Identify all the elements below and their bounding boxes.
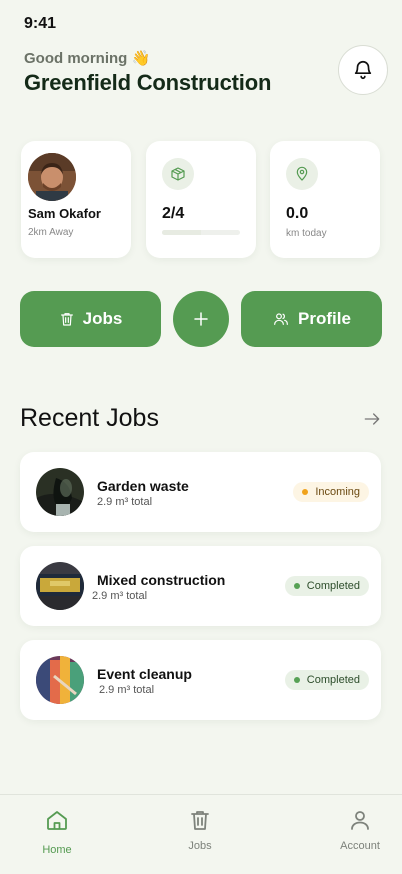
distance-label: km today bbox=[286, 228, 327, 239]
avatar bbox=[28, 153, 76, 201]
status-badge: Completed bbox=[284, 670, 369, 690]
home-icon bbox=[47, 811, 67, 830]
jobs-button-label: Jobs bbox=[82, 309, 123, 328]
status-dot bbox=[293, 677, 300, 683]
pin-icon-wrap bbox=[286, 158, 318, 190]
job-card[interactable]: Event cleanup 2.9 m³ total Completed bbox=[20, 640, 381, 720]
profile-button-label: Profile bbox=[298, 309, 351, 328]
greeting-text: Good morning bbox=[24, 50, 128, 67]
status-label: Completed bbox=[306, 580, 360, 592]
status-label: Incoming bbox=[315, 486, 360, 498]
distance-card: 0.0 km today bbox=[270, 141, 380, 258]
status-dot bbox=[293, 583, 300, 589]
users-icon bbox=[274, 313, 288, 325]
status-badge: Completed bbox=[284, 576, 369, 596]
recent-jobs-title: Recent Jobs bbox=[20, 404, 159, 432]
job-title: Event cleanup bbox=[97, 666, 192, 682]
job-volume: 2.9 m³ total bbox=[99, 684, 155, 696]
tab-home-label: Home bbox=[42, 844, 72, 856]
trash-icon bbox=[60, 313, 73, 326]
job-thumbnail bbox=[36, 656, 84, 704]
trash-icon bbox=[191, 811, 209, 830]
job-card[interactable]: Mixed construction 2.9 m³ total Complete… bbox=[20, 546, 381, 626]
greeting: Good morning 👋 bbox=[24, 49, 150, 67]
map-pin-icon bbox=[296, 166, 308, 181]
box-icon-wrap bbox=[162, 158, 194, 190]
add-job-button[interactable] bbox=[173, 291, 229, 347]
distance-value: 0.0 bbox=[286, 205, 309, 222]
job-card[interactable]: Garden waste 2.9 m³ total Incoming bbox=[20, 452, 381, 532]
jobs-button[interactable]: Jobs bbox=[20, 291, 161, 347]
job-volume: 2.9 m³ total bbox=[92, 590, 148, 602]
user-icon bbox=[351, 811, 369, 830]
status-dot bbox=[302, 489, 309, 495]
loads-progress-fill bbox=[162, 230, 201, 235]
status-time: 9:41 bbox=[24, 15, 57, 32]
driver-name: Sam Okafor bbox=[28, 206, 101, 221]
bell-icon bbox=[354, 61, 372, 80]
company-name: Greenfield Construction bbox=[24, 70, 272, 95]
wave-emoji: 👋 bbox=[131, 50, 151, 67]
driver-distance: 2km Away bbox=[28, 227, 74, 238]
driver-card[interactable]: Sam Okafor 2km Away bbox=[21, 141, 131, 258]
status-badge: Incoming bbox=[293, 482, 369, 502]
job-thumbnail bbox=[36, 468, 84, 516]
profile-button[interactable]: Profile bbox=[241, 291, 382, 347]
tab-jobs-label: Jobs bbox=[188, 840, 212, 852]
tab-home[interactable]: Home bbox=[17, 795, 97, 874]
job-thumbnail bbox=[36, 562, 84, 610]
loads-card: 2/4 bbox=[146, 141, 256, 258]
box-icon bbox=[171, 167, 185, 181]
status-label: Completed bbox=[306, 674, 360, 686]
job-volume: 2.9 m³ total bbox=[97, 496, 153, 508]
loads-progress bbox=[162, 230, 240, 235]
job-title: Mixed construction bbox=[97, 572, 226, 588]
arrow-right-icon bbox=[364, 413, 380, 425]
tab-bar: Home Jobs Account bbox=[0, 794, 402, 874]
plus-icon bbox=[194, 312, 208, 326]
notifications-button[interactable] bbox=[338, 45, 388, 95]
tab-jobs[interactable]: Jobs bbox=[160, 795, 240, 874]
tab-account[interactable]: Account bbox=[320, 795, 400, 874]
see-all-jobs-button[interactable] bbox=[362, 409, 382, 434]
loads-value: 2/4 bbox=[162, 205, 185, 222]
job-title: Garden waste bbox=[97, 478, 189, 494]
tab-account-label: Account bbox=[340, 840, 380, 852]
